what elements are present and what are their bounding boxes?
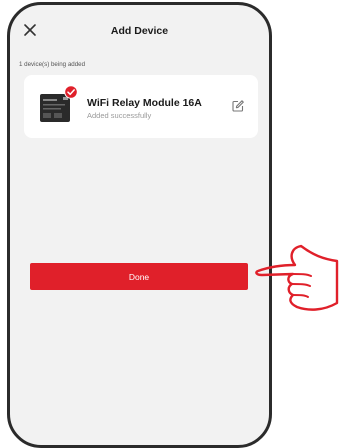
header: Add Device [10, 5, 269, 57]
progress-text: 1 device(s) being added [19, 61, 86, 68]
edit-button[interactable] [231, 99, 245, 113]
edit-icon [232, 100, 244, 112]
phone-frame: Add Device 1 device(s) being added WiFi … [7, 2, 272, 448]
device-status: Added successfully [87, 111, 152, 120]
page-title: Add Device [110, 25, 169, 37]
hand-pointer-icon [253, 241, 344, 313]
device-card[interactable]: WiFi Relay Module 16A Added successfully [24, 75, 258, 138]
device-name: WiFi Relay Module 16A [87, 97, 202, 109]
check-badge-icon [64, 85, 78, 99]
done-button[interactable]: Done [30, 263, 248, 290]
device-thumbnail [39, 85, 79, 124]
